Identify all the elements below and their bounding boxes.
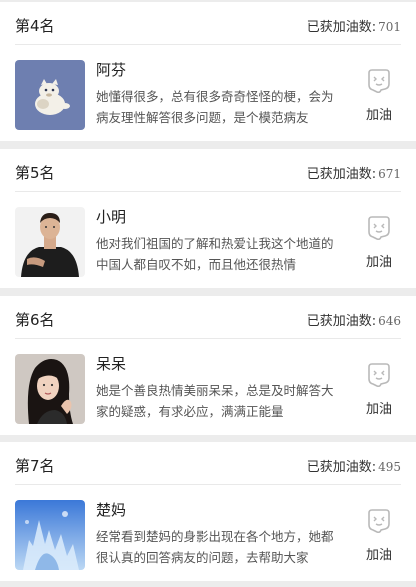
- member-name: 楚妈: [96, 501, 127, 519]
- avatar[interactable]: [15, 60, 85, 130]
- ranking-card: 第5名 已获加油数: 671 小明 他对我们祖国的了解和热爱让我这个地道的中国人都…: [0, 149, 416, 288]
- cheer-count: 已获加油数: 701: [307, 16, 401, 35]
- cheer-count-label: 已获加油数:: [306, 167, 377, 182]
- cheer-button-label: 加油: [365, 548, 392, 563]
- member-description: 他对我们祖国的了解和热爱让我这个地道的中国人都自叹不如，而且他还很热情: [96, 236, 334, 272]
- member-name: 呆呆: [96, 355, 127, 373]
- cheer-button[interactable]: 加油: [358, 508, 400, 568]
- cheer-face-icon: [368, 509, 390, 534]
- cheer-button-label: 加油: [365, 108, 392, 123]
- member-name: 阿芬: [96, 61, 127, 79]
- cheer-face-icon: [368, 363, 390, 388]
- avatar[interactable]: [15, 354, 85, 424]
- cheer-count-value: 646: [378, 314, 401, 328]
- cheer-face-icon: [368, 69, 390, 94]
- cheer-button[interactable]: 加油: [358, 68, 400, 128]
- ranking-card: 第7名 已获加油数: 495 楚妈 经常看到楚妈的身影出现在各个地方，她都很认真的…: [0, 442, 416, 581]
- avatar[interactable]: [15, 500, 85, 570]
- card-header: 第7名 已获加油数: 495: [15, 442, 401, 485]
- man-photo-avatar-icon: [15, 207, 85, 277]
- card-header: 第6名 已获加油数: 646: [15, 296, 401, 339]
- cheer-count-value: 701: [378, 20, 401, 34]
- ice-castle-avatar-icon: [15, 500, 85, 570]
- cheer-count: 已获加油数: 495: [307, 456, 401, 475]
- member-description: 她是个善良热情美丽呆呆，总是及时解答大家的疑惑，有求必应，满满正能量: [96, 383, 334, 419]
- cheer-count-value: 495: [378, 460, 401, 474]
- rank-label: 第5名: [15, 164, 55, 182]
- member-description: 经常看到楚妈的身影出现在各个地方，她都很认真的回答病友的问题，去帮助大家: [96, 529, 334, 565]
- rank-label: 第4名: [15, 17, 55, 35]
- ranking-card: 第4名 已获加油数: 701 阿芬 她懂得很多，总有很多奇奇怪怪的梗，会为病友理性…: [0, 2, 416, 141]
- cheer-count-label: 已获加油数:: [306, 20, 377, 35]
- cheer-count-value: 671: [378, 167, 401, 181]
- card-header: 第5名 已获加油数: 671: [15, 149, 401, 192]
- cheer-count: 已获加油数: 671: [307, 163, 401, 182]
- cheer-count-label: 已获加油数:: [306, 460, 377, 475]
- cheer-button-label: 加油: [365, 255, 392, 270]
- member-name: 小明: [96, 208, 127, 226]
- ranking-card: 第6名 已获加油数: 646 呆呆 她是个善良热情美丽呆呆，总是及时解答大家的疑惑…: [0, 296, 416, 435]
- avatar[interactable]: [15, 207, 85, 277]
- cheer-button[interactable]: 加油: [358, 215, 400, 275]
- cheer-button[interactable]: 加油: [358, 362, 400, 422]
- card-header: 第4名 已获加油数: 701: [15, 2, 401, 45]
- cheer-count-label: 已获加油数:: [306, 314, 377, 329]
- rank-label: 第7名: [15, 457, 55, 475]
- cheer-face-icon: [368, 216, 390, 241]
- cheer-count: 已获加油数: 646: [307, 310, 401, 329]
- member-description: 她懂得很多，总有很多奇奇怪怪的梗，会为病友理性解答很多问题，是个模范病友: [96, 89, 334, 125]
- woman-photo-avatar-icon: [15, 354, 85, 424]
- cheer-button-label: 加油: [365, 402, 392, 417]
- rank-label: 第6名: [15, 311, 55, 329]
- cartoon-animal-avatar-icon: [15, 60, 85, 130]
